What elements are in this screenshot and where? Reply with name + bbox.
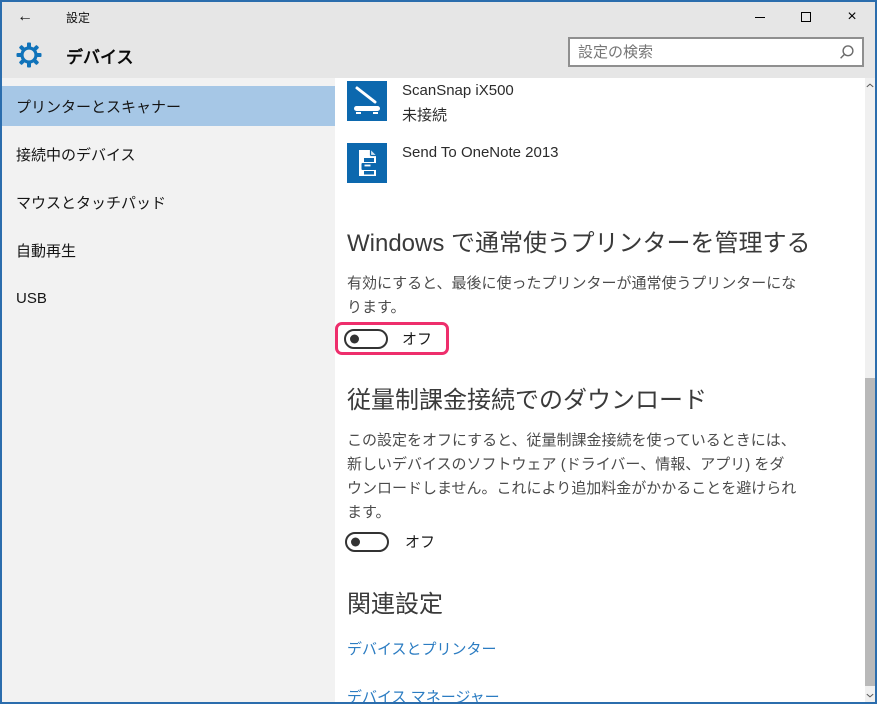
minimize-button[interactable]: [737, 2, 783, 32]
sidebar-item-usb[interactable]: USB: [2, 278, 335, 318]
body: プリンターとスキャナー 接続中のデバイス マウスとタッチパッド 自動再生 USB: [2, 78, 875, 702]
settings-window: ← 設定 ×: [0, 0, 877, 704]
printer-document-icon: [347, 143, 387, 183]
sidebar-item-printers-scanners[interactable]: プリンターとスキャナー: [2, 86, 335, 126]
settings-search: [568, 37, 864, 67]
top-header: ← 設定 ×: [2, 2, 875, 78]
section-heading-default-printer: Windows で通常使うプリンターを管理する: [347, 229, 875, 259]
toggle-state-label: オフ: [405, 531, 435, 552]
scanner-icon: [347, 81, 387, 121]
sidebar-item-label: 接続中のデバイス: [16, 144, 136, 165]
device-text: Send To OneNote 2013: [402, 143, 559, 183]
back-button[interactable]: ←: [2, 8, 48, 26]
device-name: Send To OneNote 2013: [402, 144, 559, 161]
chevron-down-icon: [866, 693, 874, 698]
page-header: デバイス: [2, 32, 875, 78]
sidebar-item-label: プリンターとスキャナー: [16, 96, 181, 117]
window-controls: ×: [737, 2, 875, 32]
gear-icon: [16, 42, 42, 68]
sidebar-item-label: マウスとタッチパッド: [16, 192, 166, 213]
section-heading-related: 関連設定: [347, 590, 875, 620]
toggle-knob: [351, 537, 360, 546]
page-title: デバイス: [66, 43, 134, 68]
section-description-default-printer: 有効にすると、最後に使ったプリンターが通常使うプリンターになります。: [347, 272, 799, 320]
sidebar-item-mouse-touchpad[interactable]: マウスとタッチパッド: [2, 182, 335, 222]
device-name: ScanSnap iX500: [402, 82, 514, 99]
maximize-icon: [801, 12, 811, 22]
metered-download-toggle[interactable]: [345, 532, 389, 552]
scrollbar-up-button[interactable]: [865, 78, 875, 92]
titlebar: ← 設定 ×: [2, 2, 875, 32]
sidebar-item-label: 自動再生: [16, 240, 76, 261]
toggle-knob: [350, 334, 359, 343]
vertical-scrollbar[interactable]: [865, 78, 875, 702]
close-icon: ×: [847, 9, 856, 25]
link-device-manager[interactable]: デバイス マネージャー: [347, 686, 875, 704]
device-item-onenote[interactable]: Send To OneNote 2013: [347, 143, 875, 183]
sidebar-item-label: USB: [16, 290, 47, 307]
device-text: ScanSnap iX500 未接続: [402, 81, 514, 125]
scrollbar-down-button[interactable]: [865, 688, 875, 702]
window-title: 設定: [66, 9, 90, 26]
device-status: 未接続: [402, 104, 514, 125]
sidebar-item-autoplay[interactable]: 自動再生: [2, 230, 335, 270]
search-input[interactable]: [570, 44, 838, 61]
main-content: ScanSnap iX500 未接続: [335, 78, 875, 702]
back-arrow-icon: ←: [17, 8, 33, 25]
chevron-up-icon: [866, 83, 874, 88]
toggle-state-label: オフ: [402, 328, 432, 349]
scrollbar-thumb[interactable]: [865, 378, 875, 686]
device-item-scansnap[interactable]: ScanSnap iX500 未接続: [347, 81, 875, 125]
section-heading-metered: 従量制課金接続でのダウンロード: [347, 386, 875, 416]
section-description-metered: この設定をオフにすると、従量制課金接続を使っているときには、新しいデバイスのソフ…: [347, 429, 799, 525]
maximize-button[interactable]: [783, 2, 829, 32]
link-devices-and-printers[interactable]: デバイスとプリンター: [347, 638, 875, 659]
sidebar: プリンターとスキャナー 接続中のデバイス マウスとタッチパッド 自動再生 USB: [2, 78, 335, 702]
default-printer-toggle[interactable]: [344, 329, 388, 349]
metered-toggle-row: オフ: [345, 531, 875, 552]
minimize-icon: [755, 17, 765, 18]
sidebar-item-connected-devices[interactable]: 接続中のデバイス: [2, 134, 335, 174]
search-icon[interactable]: [838, 44, 855, 61]
annotation-highlight-box: オフ: [335, 322, 449, 355]
close-button[interactable]: ×: [829, 2, 875, 32]
